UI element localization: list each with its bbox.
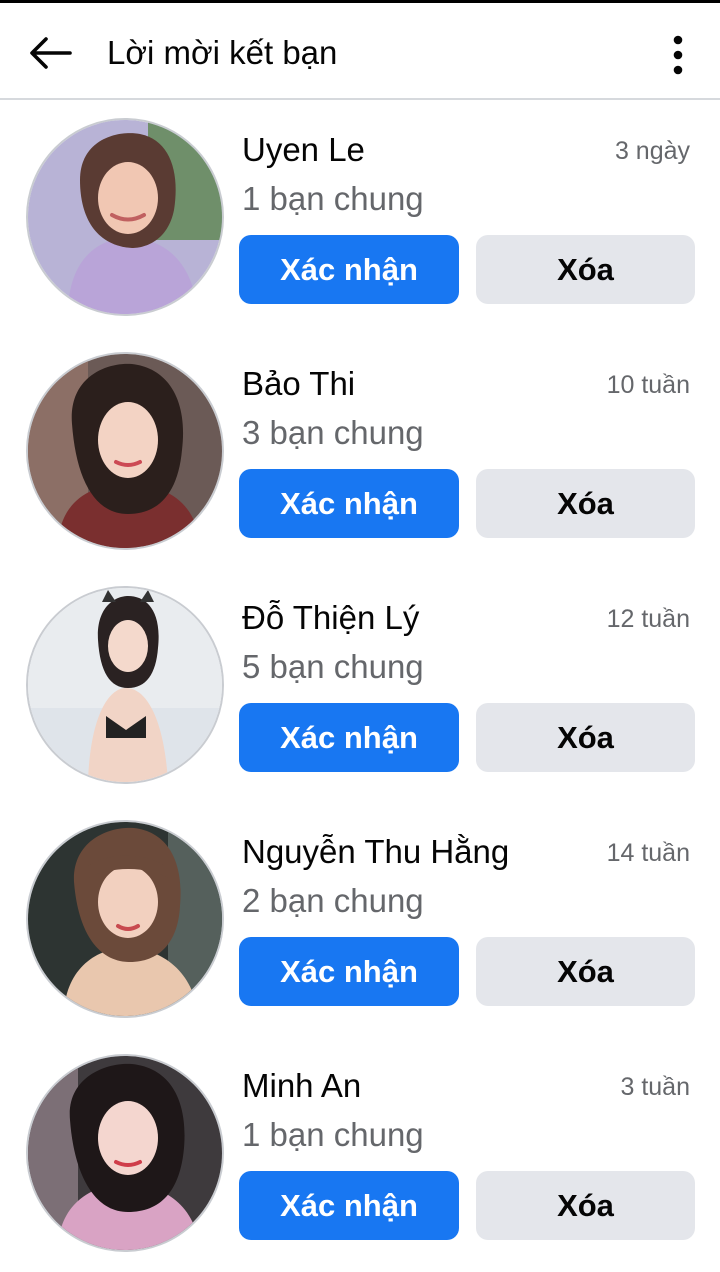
app-header: Lời mời kết bạn bbox=[0, 3, 720, 100]
request-time: 14 tuần bbox=[606, 839, 690, 867]
avatar[interactable] bbox=[26, 820, 224, 1018]
mutual-friends-count[interactable]: 5 bạn chung bbox=[242, 647, 424, 687]
mutual-friends-count[interactable]: 2 bạn chung bbox=[242, 881, 424, 921]
avatar[interactable] bbox=[26, 1054, 224, 1252]
mutual-friends-count[interactable]: 1 bạn chung bbox=[242, 1115, 424, 1155]
avatar[interactable] bbox=[26, 118, 224, 316]
vertical-ellipsis-icon bbox=[673, 35, 683, 75]
avatar[interactable] bbox=[26, 352, 224, 550]
friend-request-item: Đỗ Thiện Lý 12 tuần 5 bạn chung Xác nhận… bbox=[0, 570, 720, 804]
confirm-button[interactable]: Xác nhận bbox=[239, 1171, 459, 1240]
delete-button[interactable]: Xóa bbox=[476, 1171, 695, 1240]
avatar[interactable] bbox=[26, 586, 224, 784]
more-options-button[interactable] bbox=[658, 27, 698, 83]
page-title: Lời mời kết bạn bbox=[107, 34, 338, 71]
request-time: 3 tuần bbox=[620, 1073, 690, 1101]
requester-name[interactable]: Nguyễn Thu Hằng bbox=[242, 832, 509, 872]
friend-request-item: Nguyễn Thu Hằng 14 tuần 2 bạn chung Xác … bbox=[0, 804, 720, 1038]
confirm-button[interactable]: Xác nhận bbox=[239, 937, 459, 1006]
delete-button[interactable]: Xóa bbox=[476, 937, 695, 1006]
requester-name[interactable]: Uyen Le bbox=[242, 130, 365, 170]
confirm-button[interactable]: Xác nhận bbox=[239, 469, 459, 538]
requester-name[interactable]: Đỗ Thiện Lý bbox=[242, 598, 419, 638]
requester-name[interactable]: Minh An bbox=[242, 1066, 361, 1106]
request-time: 12 tuần bbox=[606, 605, 690, 633]
friend-request-item: Bảo Thi 10 tuần 3 bạn chung Xác nhận Xóa bbox=[0, 336, 720, 570]
friend-request-list: Uyen Le 3 ngày 1 bạn chung Xác nhận Xóa … bbox=[0, 102, 720, 1272]
mutual-friends-count[interactable]: 1 bạn chung bbox=[242, 179, 424, 219]
confirm-button[interactable]: Xác nhận bbox=[239, 235, 459, 304]
confirm-button[interactable]: Xác nhận bbox=[239, 703, 459, 772]
request-time: 10 tuần bbox=[606, 371, 690, 399]
request-time: 3 ngày bbox=[614, 137, 690, 165]
back-button[interactable] bbox=[22, 25, 78, 81]
delete-button[interactable]: Xóa bbox=[476, 235, 695, 304]
mutual-friends-count[interactable]: 3 bạn chung bbox=[242, 413, 424, 453]
arrow-left-icon bbox=[30, 37, 72, 69]
delete-button[interactable]: Xóa bbox=[476, 703, 695, 772]
friend-request-item: Minh An 3 tuần 1 bạn chung Xác nhận Xóa bbox=[0, 1038, 720, 1272]
delete-button[interactable]: Xóa bbox=[476, 469, 695, 538]
requester-name[interactable]: Bảo Thi bbox=[242, 364, 355, 404]
friend-request-item: Uyen Le 3 ngày 1 bạn chung Xác nhận Xóa bbox=[0, 102, 720, 336]
